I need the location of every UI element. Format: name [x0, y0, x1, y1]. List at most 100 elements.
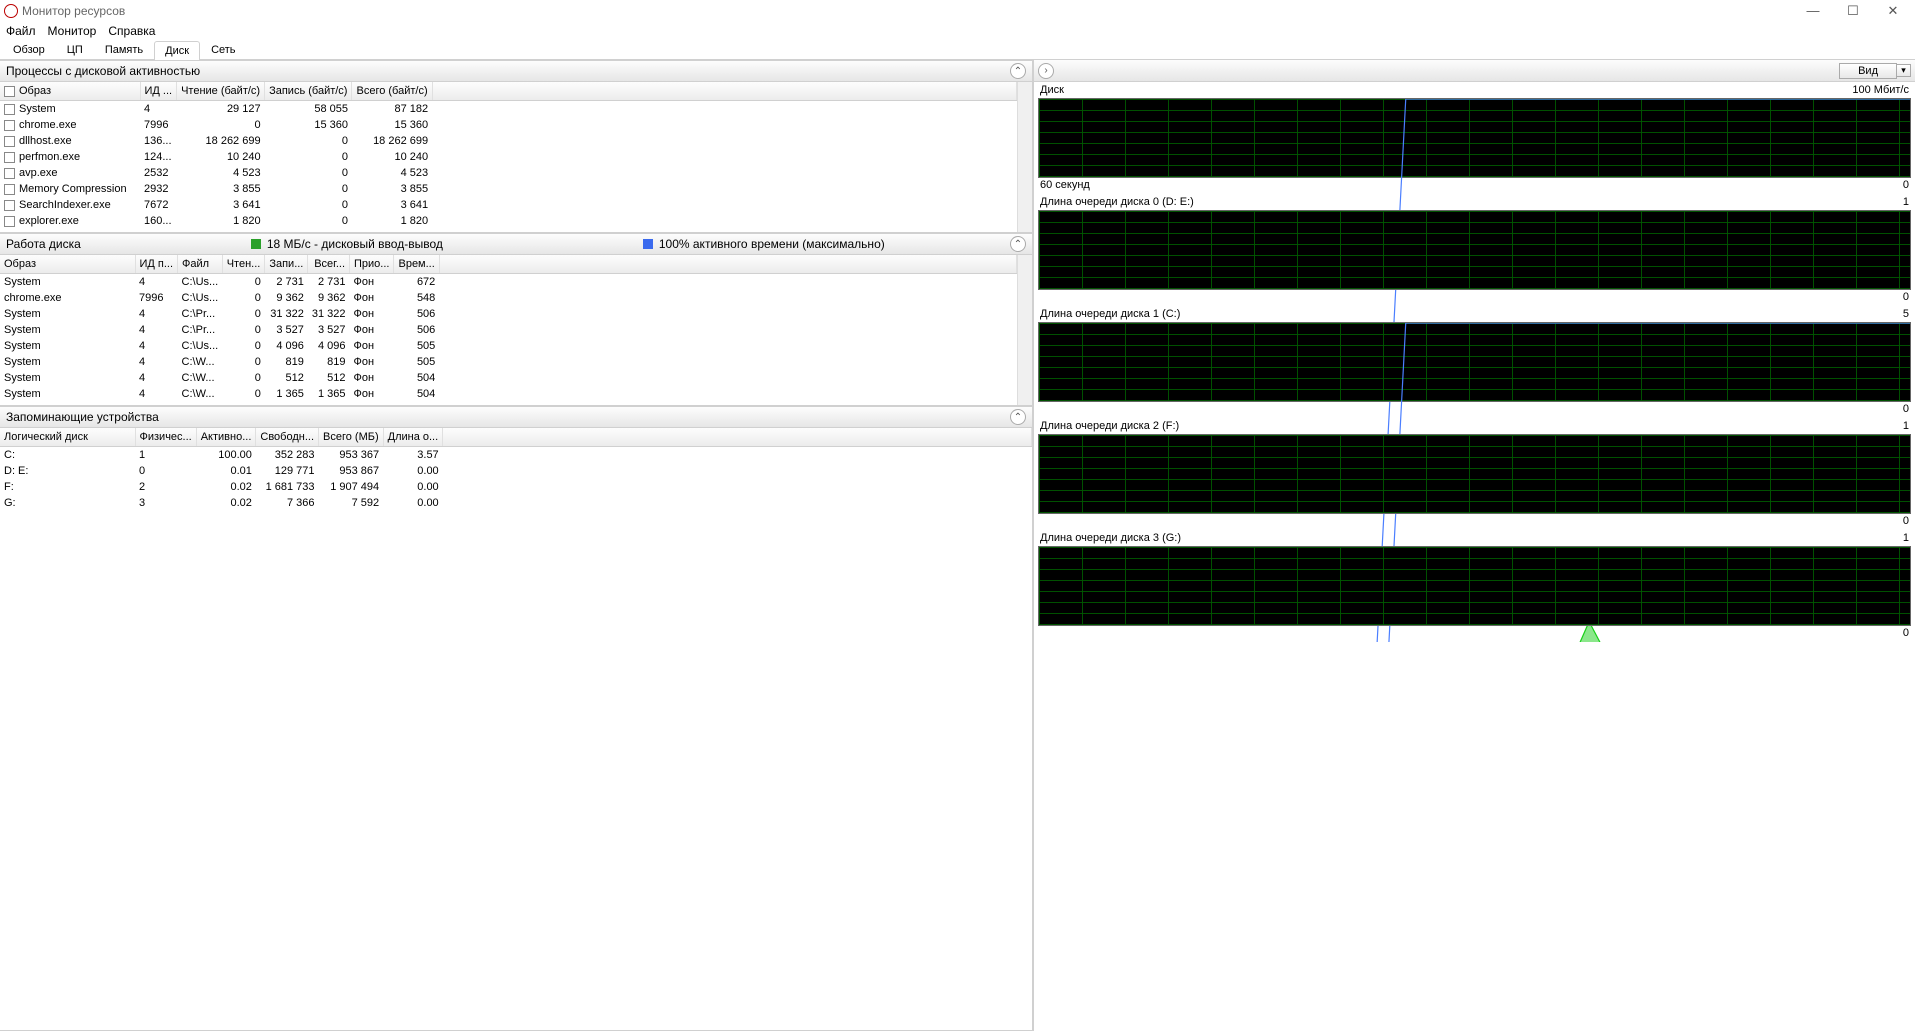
- row-checkbox[interactable]: [4, 136, 15, 147]
- col-total[interactable]: Всег...: [308, 255, 350, 274]
- chart-scale: 100 Мбит/с: [1852, 84, 1909, 96]
- row-checkbox[interactable]: [4, 104, 15, 115]
- row-checkbox[interactable]: [4, 152, 15, 163]
- processes-title: Процессы с дисковой активностью: [6, 64, 200, 78]
- table-row[interactable]: System4C:\Us...04 0964 096Фон505: [0, 338, 1017, 354]
- col-physical[interactable]: Физичес...: [135, 428, 196, 447]
- col-write[interactable]: Запись (байт/с): [265, 82, 352, 101]
- table-row[interactable]: System4C:\W...0819819Фон505: [0, 354, 1017, 370]
- col-image[interactable]: Образ: [0, 82, 140, 101]
- col-write[interactable]: Запи...: [265, 255, 308, 274]
- table-row[interactable]: G:30.027 3667 5920.00: [0, 495, 1032, 511]
- table-row[interactable]: System4C:\Pr...031 32231 322Фон506: [0, 306, 1017, 322]
- col-image[interactable]: Образ: [0, 255, 135, 274]
- app-icon: [4, 4, 18, 18]
- active-indicator-icon: [643, 239, 653, 249]
- window-title: Монитор ресурсов: [22, 4, 125, 18]
- col-time[interactable]: Врем...: [394, 255, 439, 274]
- table-row[interactable]: SearchIndexer.exe 76723 64103 641: [0, 197, 1017, 213]
- table-row[interactable]: perfmon.exe 124...10 240010 240: [0, 149, 1017, 165]
- chart-canvas: [1038, 546, 1911, 626]
- col-pid[interactable]: ИД п...: [135, 255, 178, 274]
- table-row[interactable]: C:1100.00352 283953 3673.57: [0, 447, 1032, 464]
- col-pid[interactable]: ИД ...: [140, 82, 177, 101]
- io-label: 18 МБ/с - дисковый ввод-вывод: [267, 237, 443, 251]
- storage-title: Запоминающие устройства: [6, 410, 159, 424]
- storage-header[interactable]: Запоминающие устройства ⌃: [0, 406, 1032, 428]
- io-indicator-icon: [251, 239, 261, 249]
- table-row[interactable]: System 429 12758 05587 182: [0, 101, 1017, 118]
- table-row[interactable]: System4C:\Us...02 7312 731Фон672: [0, 274, 1017, 291]
- menubar: Файл Монитор Справка: [0, 22, 1915, 40]
- collapse-icon[interactable]: ⌃: [1010, 63, 1026, 79]
- minimize-button[interactable]: —: [1801, 3, 1825, 19]
- table-row[interactable]: System4C:\W...0512512Фон504: [0, 370, 1017, 386]
- row-checkbox[interactable]: [4, 120, 15, 131]
- activity-section: Работа диска 18 МБ/с - дисковый ввод-выв…: [0, 233, 1032, 406]
- col-active[interactable]: Активно...: [196, 428, 256, 447]
- tab-memory[interactable]: Память: [94, 40, 154, 59]
- activity-table: Образ ИД п... Файл Чтен... Запи... Всег.…: [0, 255, 1017, 405]
- scrollbar[interactable]: [1017, 255, 1032, 405]
- menu-file[interactable]: Файл: [6, 24, 36, 38]
- table-row[interactable]: dllhost.exe 136...18 262 699018 262 699: [0, 133, 1017, 149]
- charts-container: Диск 100 Мбит/с 60 секунд 0 Длина очеред…: [1034, 82, 1915, 642]
- menu-monitor[interactable]: Монитор: [48, 24, 97, 38]
- table-row[interactable]: System4C:\W...01 3651 365Фон504: [0, 386, 1017, 402]
- chart-title: Диск: [1040, 84, 1064, 96]
- row-checkbox[interactable]: [4, 200, 15, 211]
- storage-table: Логический диск Физичес... Активно... Св…: [0, 428, 1032, 511]
- table-row[interactable]: chrome.exe7996C:\Us...09 3629 362Фон548: [0, 290, 1017, 306]
- view-button[interactable]: Вид: [1839, 63, 1897, 79]
- table-row[interactable]: D: E:00.01129 771953 8670.00: [0, 463, 1032, 479]
- row-checkbox[interactable]: [4, 216, 15, 227]
- tab-disk[interactable]: Диск: [154, 41, 200, 60]
- storage-section: Запоминающие устройства ⌃ Логический дис…: [0, 406, 1032, 1031]
- tab-overview[interactable]: Обзор: [2, 40, 56, 59]
- checkbox-all[interactable]: [4, 86, 15, 97]
- tabbar: Обзор ЦП Память Диск Сеть: [0, 40, 1915, 60]
- table-row[interactable]: chrome.exe 7996015 36015 360: [0, 117, 1017, 133]
- col-free[interactable]: Свободн...: [256, 428, 319, 447]
- table-row[interactable]: System4C:\W...01 3651 365Фон504: [0, 402, 1017, 405]
- col-read[interactable]: Чтен...: [222, 255, 265, 274]
- tab-cpu[interactable]: ЦП: [56, 40, 94, 59]
- collapse-icon[interactable]: ⌃: [1010, 409, 1026, 425]
- chart: Длина очереди диска 0 (D: E:) 1 0: [1038, 194, 1911, 306]
- activity-header[interactable]: Работа диска 18 МБ/с - дисковый ввод-выв…: [0, 233, 1032, 255]
- table-row[interactable]: F:20.021 681 7331 907 4940.00: [0, 479, 1032, 495]
- col-total[interactable]: Всего (МБ): [319, 428, 384, 447]
- col-logical[interactable]: Логический диск: [0, 428, 135, 447]
- close-button[interactable]: ✕: [1881, 3, 1905, 19]
- scrollbar[interactable]: [1017, 82, 1032, 232]
- menu-help[interactable]: Справка: [108, 24, 155, 38]
- collapse-icon[interactable]: ⌃: [1010, 236, 1026, 252]
- processes-header[interactable]: Процессы с дисковой активностью ⌃: [0, 60, 1032, 82]
- active-label: 100% активного времени (максимально): [659, 237, 885, 251]
- tab-network[interactable]: Сеть: [200, 40, 246, 59]
- charts-toolbar: › Вид ▾: [1034, 60, 1915, 82]
- row-checkbox[interactable]: [4, 168, 15, 179]
- expand-icon[interactable]: ›: [1038, 63, 1054, 79]
- chart-canvas: [1038, 210, 1911, 290]
- col-read[interactable]: Чтение (байт/с): [177, 82, 265, 101]
- table-row[interactable]: avp.exe 25324 52304 523: [0, 165, 1017, 181]
- chart-canvas: [1038, 322, 1911, 402]
- col-file[interactable]: Файл: [178, 255, 223, 274]
- chart: Длина очереди диска 2 (F:) 1 0: [1038, 418, 1911, 530]
- col-prio[interactable]: Прио...: [350, 255, 394, 274]
- col-total[interactable]: Всего (байт/с): [352, 82, 432, 101]
- table-row[interactable]: System4C:\Pr...03 5273 527Фон506: [0, 322, 1017, 338]
- chart: Диск 100 Мбит/с 60 секунд 0: [1038, 82, 1911, 194]
- table-row[interactable]: Memory Compression 29323 85503 855: [0, 181, 1017, 197]
- chart-canvas: [1038, 98, 1911, 178]
- chart-canvas: [1038, 434, 1911, 514]
- left-pane: Процессы с дисковой активностью ⌃ Образ …: [0, 60, 1033, 1031]
- row-checkbox[interactable]: [4, 184, 15, 195]
- view-dropdown-icon[interactable]: ▾: [1897, 64, 1911, 77]
- maximize-button[interactable]: ☐: [1841, 3, 1865, 19]
- processes-section: Процессы с дисковой активностью ⌃ Образ …: [0, 60, 1032, 233]
- col-queue[interactable]: Длина о...: [383, 428, 443, 447]
- table-row[interactable]: explorer.exe 160...1 82001 820: [0, 213, 1017, 229]
- chart: Длина очереди диска 3 (G:) 1 0: [1038, 530, 1911, 642]
